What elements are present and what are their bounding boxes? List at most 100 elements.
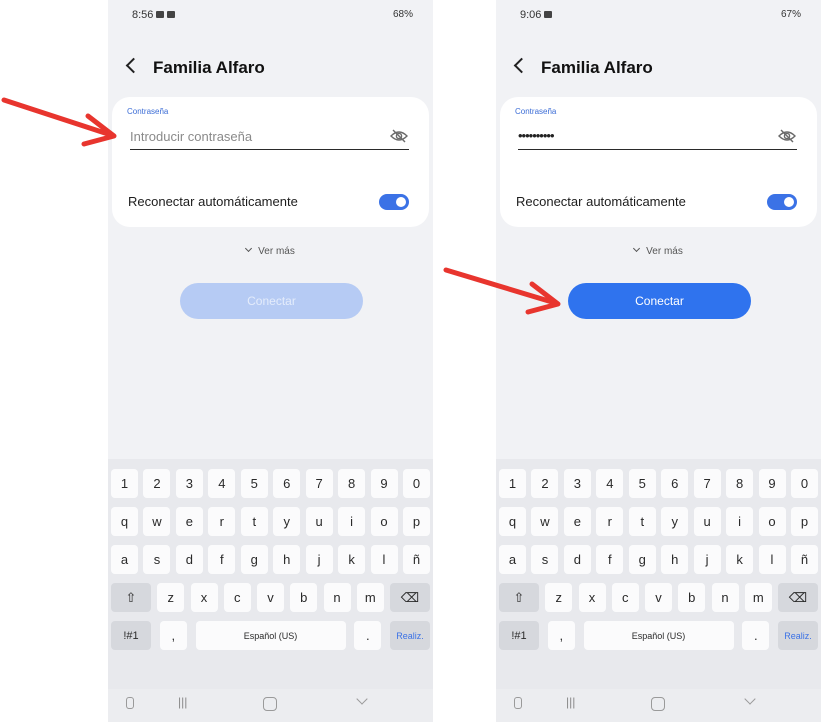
key[interactable]: z [157,583,185,612]
key[interactable]: ñ [402,545,430,574]
key[interactable]: 0 [790,469,818,498]
key[interactable]: p [790,507,818,536]
key[interactable]: c [223,583,251,612]
key[interactable]: j [305,545,333,574]
key[interactable]: 6 [273,469,301,498]
reconnect-toggle[interactable] [379,194,409,210]
key[interactable]: k [338,545,366,574]
key[interactable]: k [726,545,754,574]
key[interactable]: 7 [305,469,333,498]
key[interactable]: p [402,507,430,536]
key[interactable]: u [693,507,721,536]
password-input[interactable]: •••••••••• [518,125,797,150]
key[interactable]: w [531,507,559,536]
key[interactable]: 5 [240,469,268,498]
symbols-key[interactable]: !#1 [499,621,539,650]
key[interactable]: 1 [499,469,526,498]
key[interactable]: n [323,583,351,612]
key[interactable]: 5 [628,469,656,498]
done-key[interactable]: Realiz. [390,621,430,650]
key[interactable]: 6 [661,469,689,498]
home-icon[interactable] [651,697,665,711]
key[interactable]: i [338,507,366,536]
key[interactable]: z [545,583,573,612]
key[interactable]: e [563,507,591,536]
recent-apps-icon[interactable]: ||| [178,695,187,709]
key[interactable]: x [578,583,606,612]
key[interactable]: m [744,583,772,612]
key[interactable]: e [175,507,203,536]
microphone-icon[interactable] [514,697,522,709]
key[interactable]: c [611,583,639,612]
backspace-key[interactable]: ⌫ [390,583,430,612]
connect-button[interactable]: Conectar [568,283,751,319]
key[interactable]: b [290,583,318,612]
key[interactable]: 9 [370,469,398,498]
key[interactable]: 2 [143,469,171,498]
space-key[interactable]: Español (US) [195,621,346,650]
key[interactable]: j [693,545,721,574]
key[interactable]: 7 [693,469,721,498]
key[interactable]: l [370,545,398,574]
key[interactable]: s [143,545,171,574]
key[interactable]: r [596,507,624,536]
key[interactable]: 8 [338,469,366,498]
key[interactable]: f [596,545,624,574]
key[interactable]: v [257,583,284,612]
recent-apps-icon[interactable]: ||| [566,695,575,709]
key[interactable]: r [208,507,236,536]
hide-keyboard-icon[interactable] [744,693,756,705]
see-more-link[interactable]: Ver más [496,244,821,257]
key[interactable]: 0 [402,469,430,498]
key[interactable]: 4 [596,469,624,498]
eye-off-icon[interactable] [777,129,797,143]
key[interactable]: m [356,583,384,612]
key[interactable]: 4 [208,469,236,498]
key[interactable]: t [240,507,268,536]
key[interactable]: ñ [790,545,818,574]
key[interactable]: v [645,583,672,612]
comma-key[interactable]: , [159,621,187,650]
key[interactable]: 3 [175,469,203,498]
eye-off-icon[interactable] [389,129,409,143]
key[interactable]: o [758,507,786,536]
key[interactable]: u [305,507,333,536]
key[interactable]: y [273,507,301,536]
key[interactable]: g [628,545,656,574]
key[interactable]: b [678,583,706,612]
period-key[interactable]: . [742,621,770,650]
key[interactable]: l [758,545,786,574]
symbols-key[interactable]: !#1 [111,621,151,650]
reconnect-toggle[interactable] [767,194,797,210]
connect-button[interactable]: Conectar [180,283,363,319]
key[interactable]: a [111,545,138,574]
key[interactable]: d [563,545,591,574]
key[interactable]: x [190,583,218,612]
key[interactable]: g [240,545,268,574]
home-icon[interactable] [263,697,277,711]
key[interactable]: f [208,545,236,574]
key[interactable]: 2 [531,469,559,498]
key[interactable]: h [273,545,301,574]
back-arrow-icon[interactable] [125,57,142,74]
key[interactable]: i [726,507,754,536]
back-arrow-icon[interactable] [513,57,530,74]
key[interactable]: 9 [758,469,786,498]
key[interactable]: 8 [726,469,754,498]
shift-key[interactable]: ⇧ [111,583,151,612]
key[interactable]: q [111,507,138,536]
hide-keyboard-icon[interactable] [356,693,368,705]
backspace-key[interactable]: ⌫ [778,583,818,612]
see-more-link[interactable]: Ver más [108,244,433,257]
key[interactable]: t [628,507,656,536]
key[interactable]: h [661,545,689,574]
password-input[interactable]: Introducir contraseña [130,125,409,150]
done-key[interactable]: Realiz. [778,621,818,650]
microphone-icon[interactable] [126,697,134,709]
key[interactable]: y [661,507,689,536]
key[interactable]: a [499,545,526,574]
period-key[interactable]: . [354,621,382,650]
key[interactable]: 3 [563,469,591,498]
key[interactable]: o [370,507,398,536]
key[interactable]: w [143,507,171,536]
